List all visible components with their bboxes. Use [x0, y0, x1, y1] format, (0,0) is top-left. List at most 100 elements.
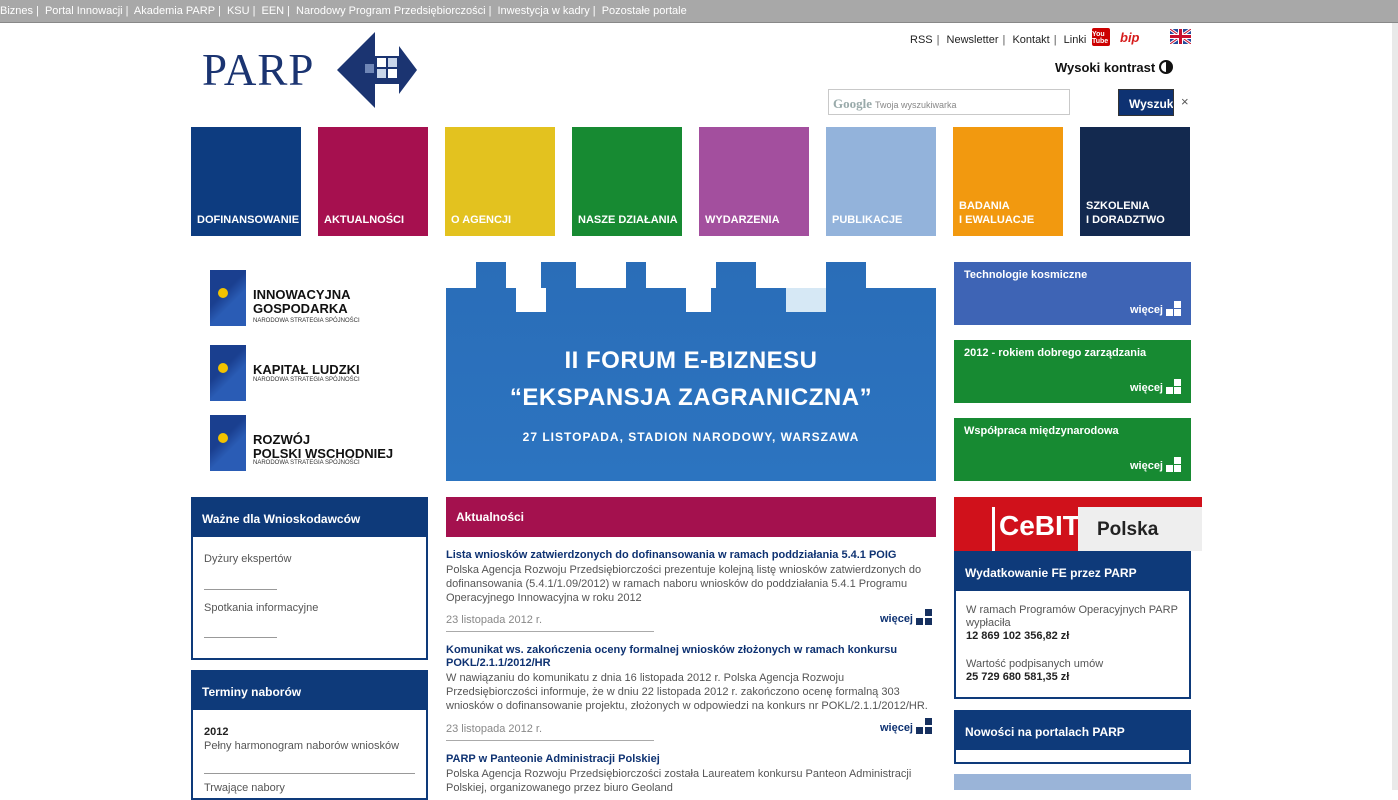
box-title: Wydatkowanie FE przez PARP	[956, 553, 1189, 591]
eu-star-icon	[210, 270, 246, 326]
news-item: Komunikat ws. zakończenia oceny formalne…	[446, 644, 936, 741]
divider	[446, 631, 654, 632]
more-link[interactable]: więcej	[1130, 301, 1181, 316]
squares-icon	[916, 609, 932, 625]
news-item-date: 23 listopada 2012 r.	[446, 723, 543, 735]
portal-link[interactable]: Narodowy Program Przedsiębiorczości	[296, 5, 486, 17]
cebit-logo: CeBIT	[992, 507, 1080, 551]
nav-tile-badania[interactable]: BADANIA I EWALUACJE	[953, 127, 1063, 236]
news-section: Aktualności Lista wniosków zatwierdzonyc…	[446, 497, 936, 797]
box-wazne-dla-wnioskodawcow: Ważne dla Wnioskodawców Dyżury ekspertów…	[191, 497, 428, 660]
portal-link[interactable]: Pozostałe portale	[602, 5, 687, 17]
search-placeholder: Twoja wyszukiwarka	[875, 100, 957, 110]
cebit-country: Polska	[1078, 507, 1202, 551]
box-title: Ważne dla Wnioskodawców	[193, 499, 426, 537]
news-item-date: 23 listopada 2012 r.	[446, 614, 543, 626]
portal-link[interactable]: Akademia PARP	[134, 5, 215, 17]
links-link[interactable]: Linki	[1064, 34, 1087, 46]
box-wydatkowanie: Wydatkowanie FE przez PARP W ramach Prog…	[954, 551, 1191, 699]
box-title[interactable]: Nowości na portalach PARP	[956, 712, 1189, 750]
link-spotkania[interactable]: Spotkania informacyjne	[204, 602, 318, 614]
rss-link[interactable]: RSS	[910, 34, 933, 46]
high-contrast-label: Wysoki kontrast	[1055, 60, 1156, 75]
logo-text: PARP	[202, 45, 315, 95]
nav-tile-o-agencji[interactable]: O AGENCJI	[445, 127, 555, 236]
nav-tile-dofinansowanie[interactable]: DOFINANSOWANIE	[191, 127, 301, 236]
portal-link[interactable]: Biznes	[0, 5, 33, 17]
logo-rozwoj-polski-wschodniej[interactable]: ROZWÓJ POLSKI WSCHODNIEJ NARODOWA STRATEG…	[205, 415, 430, 475]
news-item: PARP w Panteonie Administracji Polskiej …	[446, 753, 936, 795]
wydat-label: W ramach Programów Operacyjnych PARP wyp…	[966, 604, 1178, 629]
banner-date-place: 27 LISTOPADA, STADION NARODOWY, WARSZAWA	[522, 430, 860, 444]
box-nowosci: Nowości na portalach PARP	[954, 710, 1191, 764]
squares-icon	[1166, 379, 1181, 394]
youtube-icon[interactable]: You Tube	[1092, 28, 1110, 46]
more-link[interactable]: więcej	[880, 609, 932, 625]
eu-program-logos: INNOWACYJNA GOSPODARKA NARODOWA STRATEGIA…	[205, 265, 435, 475]
news-item-title[interactable]: PARP w Panteonie Administracji Polskiej	[446, 753, 936, 766]
news-item-title[interactable]: Lista wniosków zatwierdzonych do dofinan…	[446, 549, 936, 562]
squares-icon	[1166, 301, 1181, 316]
close-icon[interactable]: ×	[1181, 94, 1189, 109]
box-terminy-naborow: Terminy naborów 2012 Pełny harmonogram n…	[191, 670, 428, 800]
news-item-body: Polska Agencja Rozwoju Przedsiębiorczośc…	[446, 564, 922, 604]
news-item: Lista wniosków zatwierdzonych do dofinan…	[446, 549, 936, 632]
nav-tile-publikacje[interactable]: PUBLIKACJE	[826, 127, 936, 236]
nav-tile-nasze-dzialania[interactable]: NASZE DZIAŁANIA	[572, 127, 682, 236]
divider	[446, 740, 654, 741]
search-button[interactable]: Wyszukaj	[1118, 89, 1174, 116]
contrast-icon	[1158, 60, 1173, 74]
contact-link[interactable]: Kontakt	[1012, 34, 1049, 46]
google-logo: Google	[833, 96, 872, 111]
high-contrast-toggle[interactable]: Wysoki kontrast	[1055, 60, 1173, 75]
event-banner[interactable]: II FORUM E-BIZNESU “EKSPANSJA ZAGRANICZN…	[446, 262, 936, 481]
search-input[interactable]: Google Twoja wyszukiwarka	[828, 89, 1070, 115]
promo-technologie-kosmiczne[interactable]: Technologie kosmiczne więcej	[954, 262, 1191, 325]
parp-logo[interactable]: PARP	[202, 32, 417, 112]
top-portal-bar: Biznes | Portal Innowacji | Akademia PARP |…	[0, 0, 1398, 23]
terminy-year: 2012	[204, 726, 229, 738]
portal-link[interactable]: EEN	[262, 5, 285, 17]
promo-title: Współpraca międzynarodowa	[964, 425, 1119, 437]
divider	[204, 637, 277, 638]
banner-pixel-pattern	[446, 262, 936, 288]
uk-flag-icon[interactable]	[1169, 27, 1192, 46]
promo-rok-zarzadzania[interactable]: 2012 - rokiem dobrego zarządzania więcej	[954, 340, 1191, 403]
newsletter-link[interactable]: Newsletter	[947, 34, 999, 46]
promo-title: 2012 - rokiem dobrego zarządzania	[964, 347, 1147, 359]
terminy-next[interactable]: Trwające nabory	[204, 782, 285, 794]
wydat-label: Wartość podpisanych umów	[966, 658, 1104, 670]
wydat-value: 25 729 680 581,35 zł	[966, 671, 1070, 683]
nav-tile-szkolenia[interactable]: SZKOLENIA I DORADZTWO	[1080, 127, 1190, 236]
bip-icon[interactable]: bip	[1120, 30, 1140, 45]
squares-icon	[1166, 457, 1181, 472]
logo-arrow-icon	[337, 32, 417, 108]
promo-title: Technologie kosmiczne	[964, 269, 1088, 281]
news-title: Aktualności	[446, 497, 936, 537]
link-dyzury[interactable]: Dyżury ekspertów	[204, 553, 291, 565]
divider	[204, 773, 415, 774]
portal-link[interactable]: KSU	[227, 5, 250, 17]
news-item-title[interactable]: Komunikat ws. zakończenia oceny formalne…	[446, 644, 936, 670]
eu-star-icon	[210, 415, 246, 471]
more-link[interactable]: więcej	[880, 718, 932, 734]
news-item-body: W nawiązaniu do komunikatu z dnia 16 lis…	[446, 672, 928, 712]
more-link[interactable]: więcej	[1130, 379, 1181, 394]
nav-tile-aktualnosci[interactable]: AKTUALNOŚCI	[318, 127, 428, 236]
banner-subtitle: “EKSPANSJA ZAGRANICZNA”	[509, 384, 873, 411]
box-title: Terminy naborów	[193, 672, 426, 710]
portal-link[interactable]: Inwestycja w kadry	[497, 5, 589, 17]
logo-kapital-ludzki[interactable]: KAPITAŁ LUDZKI NARODOWA STRATEGIA SPÓJNO…	[205, 345, 430, 405]
banner-pixel-pattern	[446, 288, 936, 312]
more-link[interactable]: więcej	[1130, 457, 1181, 472]
news-item-body: Polska Agencja Rozwoju Przedsiębiorczośc…	[446, 768, 912, 794]
scrollbar-track[interactable]	[1392, 23, 1398, 790]
nav-tile-wydarzenia[interactable]: WYDARZENIA	[699, 127, 809, 236]
logo-innowacyjna-gospodarka[interactable]: INNOWACYJNA GOSPODARKA NARODOWA STRATEGIA…	[205, 270, 430, 330]
promo-wspolpraca[interactable]: Współpraca międzynarodowa więcej	[954, 418, 1191, 481]
cebit-banner[interactable]: CeBIT Polska	[954, 497, 1202, 551]
portal-link[interactable]: Portal Innowacji	[45, 5, 123, 17]
terminy-link[interactable]: Pełny harmonogram naborów wniosków	[204, 740, 399, 752]
banner-title: II FORUM E-BIZNESU	[564, 347, 818, 374]
wydat-value: 12 869 102 356,82 zł	[966, 630, 1070, 642]
